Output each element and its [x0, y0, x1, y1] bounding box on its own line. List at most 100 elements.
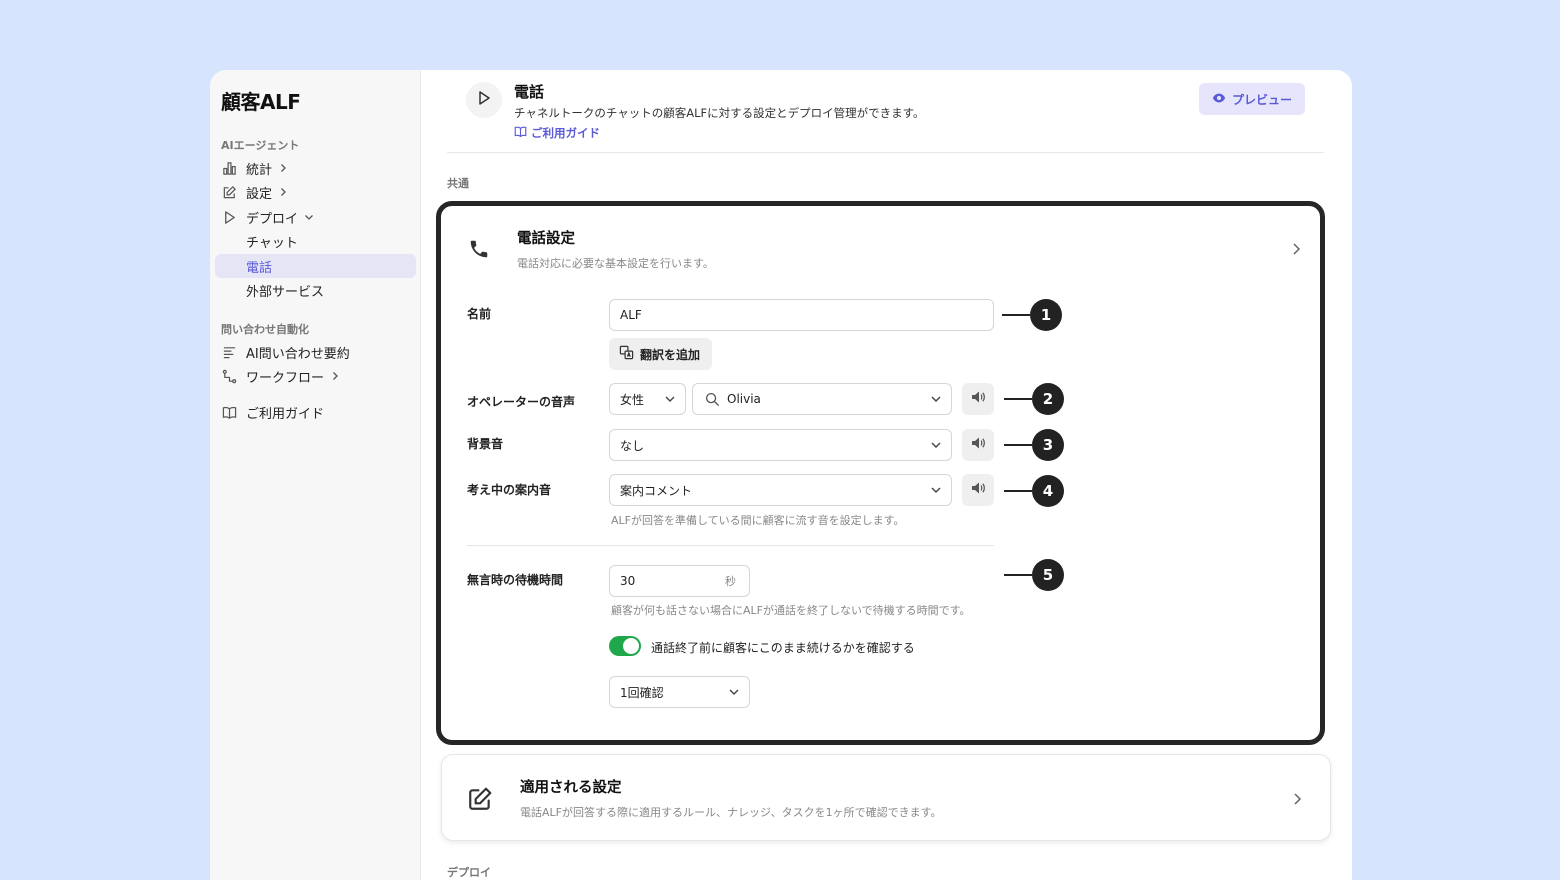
- play-icon: [221, 209, 237, 225]
- phone-settings-card: 電話設定 電話対応に必要な基本設定を行います。 名前 ALF 翻訳を追加 オペレ…: [436, 201, 1325, 745]
- callout-4: 4: [1004, 474, 1064, 508]
- bar-chart-icon: [221, 160, 237, 176]
- workflow-icon: [221, 368, 237, 384]
- callout-2: 2: [1004, 382, 1064, 416]
- chevron-down-icon: [728, 686, 740, 701]
- applied-settings-description: 電話ALFが回答する際に適用するルール、ナレッジ、タスクを1ヶ所で確認できます。: [520, 806, 942, 819]
- callout-3: 3: [1004, 428, 1064, 462]
- sidebar-item-stats[interactable]: 統計: [215, 156, 416, 180]
- sidebar-section-ai: AIエージェント: [221, 139, 300, 152]
- sidebar-item-workflow[interactable]: ワークフロー: [215, 364, 416, 388]
- chevron-right-icon[interactable]: [1290, 241, 1302, 260]
- search-icon: [705, 392, 720, 407]
- sidebar-item-label: 統計: [246, 162, 273, 178]
- silence-wait-unit: 秒: [725, 575, 736, 588]
- app-window: 顧客ALF AIエージェント 統計 設定 デプロイ チャット 電話 外部サービス…: [210, 70, 1352, 880]
- callout-5: 5: [1004, 558, 1064, 592]
- edit-icon: [221, 184, 237, 200]
- translate-icon: [619, 345, 634, 363]
- gender-select-value: 女性: [620, 392, 645, 407]
- sidebar-item-guide[interactable]: ご利用ガイド: [215, 400, 416, 424]
- sidebar-item-label: 設定: [246, 186, 273, 202]
- main-content: 電話 チャネルトークのチャットの顧客ALFに対する設定とデプロイ管理ができます。…: [421, 70, 1352, 880]
- callout-1: 1: [1002, 298, 1062, 332]
- silence-wait-value: 30: [620, 574, 636, 588]
- sidebar-item-ai-summary[interactable]: AI問い合わせ要約: [215, 340, 416, 364]
- sidebar-item-phone[interactable]: 電話: [215, 254, 416, 278]
- sidebar-item-chat[interactable]: チャット: [215, 229, 416, 253]
- thinking-sound-play-button[interactable]: [962, 474, 994, 506]
- sidebar-item-deploy[interactable]: デプロイ: [215, 205, 416, 229]
- chevron-down-icon: [930, 484, 942, 499]
- thinking-sound-label: 考え中の案内音: [467, 483, 552, 497]
- section-divider: [467, 545, 994, 546]
- phone-settings-description: 電話対応に必要な基本設定を行います。: [517, 257, 714, 270]
- speaker-icon: [970, 480, 986, 500]
- edit-icon: [466, 785, 494, 813]
- chevron-down-icon: [930, 393, 942, 408]
- thinking-sound-help: ALFが回答を準備している間に顧客に流す音を設定します。: [611, 514, 905, 527]
- callout-number: 4: [1032, 475, 1064, 507]
- gender-select[interactable]: 女性: [609, 383, 686, 415]
- name-label: 名前: [467, 307, 492, 321]
- voice-label: オペレーターの音声: [467, 395, 576, 409]
- page-icon: [466, 82, 502, 118]
- sidebar-item-label: デプロイ: [246, 211, 299, 227]
- section-label-common: 共通: [447, 177, 469, 190]
- name-input[interactable]: ALF: [609, 299, 994, 331]
- applied-settings-title: 適用される設定: [520, 780, 622, 796]
- sidebar-item-label: ワークフロー: [246, 370, 325, 386]
- sidebar-item-label: ご利用ガイド: [246, 406, 325, 422]
- header-divider: [447, 152, 1324, 153]
- confirm-count-select[interactable]: 1回確認: [609, 676, 750, 708]
- phone-settings-title: 電話設定: [517, 231, 575, 247]
- callout-number: 5: [1032, 559, 1064, 591]
- sidebar-item-label: AI問い合わせ要約: [246, 346, 350, 362]
- guide-link[interactable]: ご利用ガイド: [514, 125, 600, 141]
- guide-link-label: ご利用ガイド: [531, 126, 600, 140]
- book-icon: [221, 404, 237, 420]
- chevron-down-icon: [304, 212, 314, 222]
- sidebar-item-external-services[interactable]: 外部サービス: [215, 278, 416, 302]
- confirm-continue-toggle[interactable]: [609, 636, 641, 656]
- play-icon: [476, 90, 492, 110]
- silence-wait-help: 顧客が何も話さない場合にALFが通話を終了しないで待機する時間です。: [611, 604, 971, 617]
- sidebar-item-label: 電話: [246, 260, 273, 276]
- callout-number: 3: [1032, 429, 1064, 461]
- applied-settings-card[interactable]: 適用される設定 電話ALFが回答する際に適用するルール、ナレッジ、タスクを1ヶ所…: [441, 754, 1331, 841]
- brand-title: 顧客ALF: [221, 90, 301, 114]
- chevron-down-icon: [664, 393, 676, 408]
- callout-number: 1: [1030, 299, 1062, 331]
- preview-button-label: プレビュー: [1231, 92, 1292, 107]
- callout-number: 2: [1032, 383, 1064, 415]
- sidebar-item-label: チャット: [246, 235, 298, 251]
- book-icon: [514, 125, 527, 141]
- speaker-icon: [970, 435, 986, 455]
- thinking-sound-select[interactable]: 案内コメント: [609, 474, 952, 506]
- voice-select[interactable]: Olivia: [692, 383, 952, 415]
- sidebar: 顧客ALF AIエージェント 統計 設定 デプロイ チャット 電話 外部サービス…: [210, 70, 421, 880]
- preview-button[interactable]: プレビュー: [1199, 83, 1305, 115]
- background-sound-value: なし: [620, 438, 645, 453]
- add-translation-button[interactable]: 翻訳を追加: [609, 338, 713, 370]
- section-label-deploy: デプロイ: [447, 866, 491, 879]
- page-description: チャネルトークのチャットの顧客ALFに対する設定とデプロイ管理ができます。: [514, 106, 925, 120]
- confirm-continue-label: 通話終了前に顧客にこのまま続けるかを確認する: [651, 641, 915, 655]
- background-sound-play-button[interactable]: [962, 429, 994, 461]
- background-sound-select[interactable]: なし: [609, 429, 952, 461]
- silence-wait-input[interactable]: 30 秒: [609, 565, 750, 597]
- chevron-right-icon: [278, 163, 288, 173]
- sidebar-item-label: 外部サービス: [246, 284, 325, 300]
- sidebar-item-settings[interactable]: 設定: [215, 180, 416, 204]
- phone-icon: [467, 237, 491, 261]
- voice-play-button[interactable]: [962, 383, 994, 415]
- add-translation-label: 翻訳を追加: [640, 347, 701, 362]
- speaker-icon: [970, 389, 986, 409]
- confirm-count-value: 1回確認: [620, 685, 664, 700]
- summary-icon: [221, 344, 237, 360]
- background-sound-label: 背景音: [467, 437, 504, 451]
- voice-select-value: Olivia: [727, 392, 761, 406]
- eye-icon: [1212, 91, 1226, 108]
- sidebar-section-automation: 問い合わせ自動化: [221, 323, 309, 336]
- page-title: 電話: [514, 83, 545, 101]
